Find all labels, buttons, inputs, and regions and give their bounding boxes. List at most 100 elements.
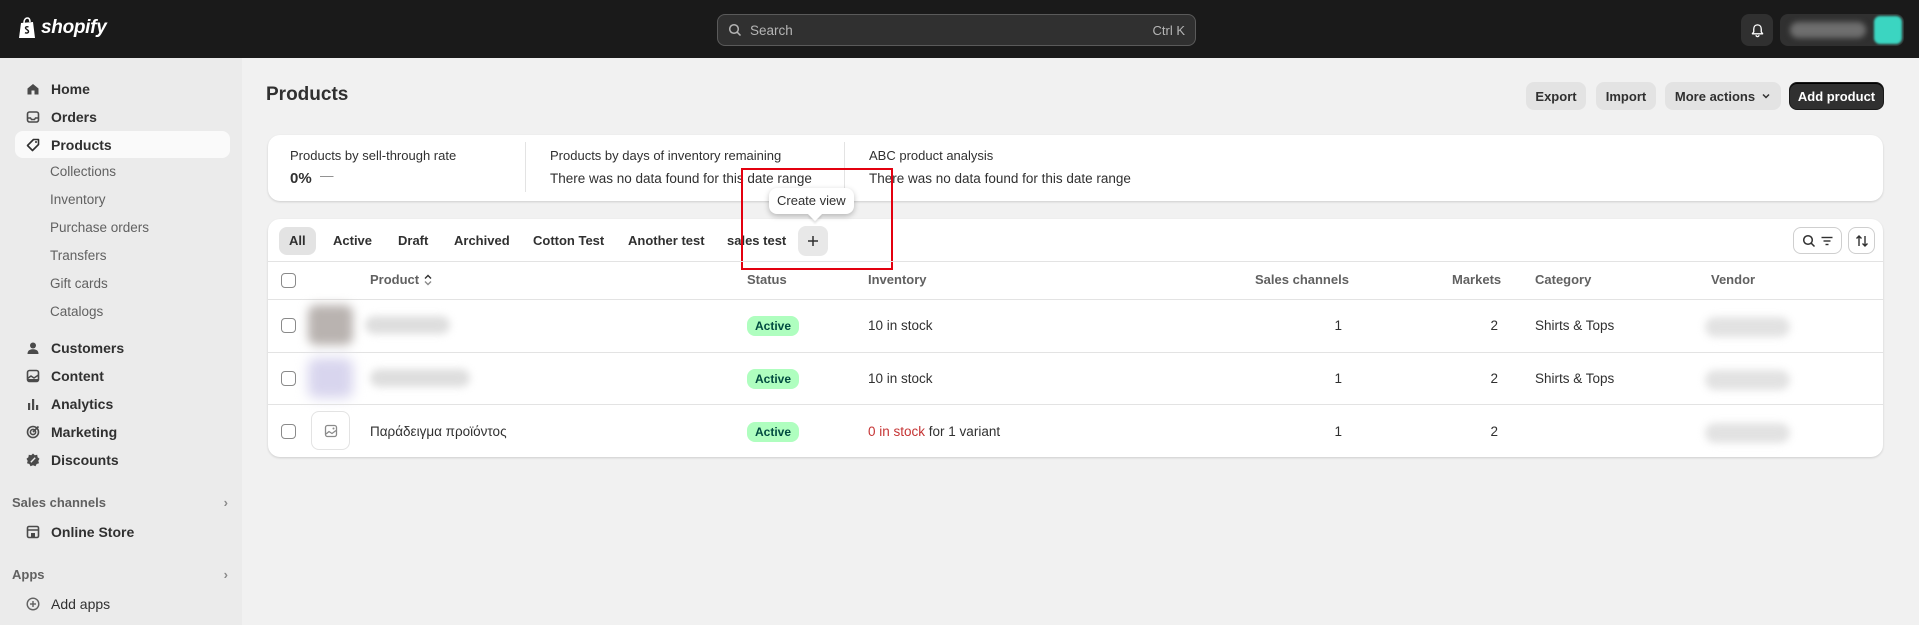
home-icon (25, 81, 41, 97)
search-icon (1802, 234, 1815, 247)
search-input[interactable]: Search Ctrl K (717, 14, 1196, 46)
sidebar-subitem-collections[interactable]: Collections (50, 161, 116, 183)
search-shortcut: Ctrl K (1152, 22, 1186, 38)
sidebar-item-online-store[interactable]: Online Store (15, 518, 230, 545)
product-name-link[interactable]: Παράδειγμα προϊόντος (370, 424, 507, 439)
sidebar-item-label: Orders (51, 108, 97, 125)
product-thumbnail-placeholder (311, 411, 350, 450)
category-value: Shirts & Tops (1535, 318, 1615, 333)
markets-value: 2 (1490, 424, 1498, 439)
tag-icon (25, 137, 41, 153)
sidebar-subitem-catalogs[interactable]: Catalogs (50, 301, 103, 323)
sort-arrows-icon (424, 274, 432, 285)
row-checkbox[interactable] (281, 371, 296, 386)
chevron-down-icon (1762, 93, 1770, 99)
logo-text: shopify (41, 17, 107, 38)
inventory-value: 0 in stock for 1 variant (868, 424, 1000, 439)
sidebar-item-home[interactable]: Home (15, 75, 230, 102)
row-checkbox[interactable] (281, 318, 296, 333)
chevron-right-icon: › (223, 495, 228, 510)
category-value: Shirts & Tops (1535, 371, 1615, 386)
search-filter-button[interactable] (1793, 227, 1842, 254)
column-header-markets[interactable]: Markets (1452, 272, 1501, 287)
inventory-suffix: for 1 variant (928, 424, 1001, 439)
tab-all[interactable]: All (279, 227, 316, 255)
sidebar-item-orders[interactable]: Orders (15, 103, 230, 130)
column-header-product[interactable]: Product (370, 272, 433, 287)
tab-cotton-test[interactable]: Cotton Test (523, 227, 614, 255)
sidebar-item-analytics[interactable]: Analytics (15, 390, 230, 417)
vendor-redacted (1705, 423, 1790, 443)
row-checkbox[interactable] (281, 424, 296, 439)
column-header-vendor[interactable]: Vendor (1711, 272, 1755, 287)
import-button[interactable]: Import (1596, 82, 1656, 110)
sidebar-subitem-purchase-orders[interactable]: Purchase orders (50, 217, 149, 239)
chevron-right-icon: › (223, 567, 228, 582)
sales-channels-heading: Sales channels (12, 495, 106, 510)
sidebar-item-label: Discounts (51, 451, 119, 468)
shopify-logo[interactable]: shopify (18, 17, 107, 39)
top-bar: shopify Search Ctrl K (0, 0, 1919, 58)
sidebar-item-label: Add apps (51, 595, 111, 612)
more-actions-label: More actions (1674, 88, 1756, 104)
column-header-label: Product (370, 272, 420, 287)
inventory-value: 10 in stock (868, 371, 933, 386)
column-header-category[interactable]: Category (1535, 272, 1591, 287)
sidebar-subitem-gift-cards[interactable]: Gift cards (50, 273, 108, 295)
select-all-checkbox[interactable] (281, 273, 296, 288)
sidebar-item-products[interactable]: Products (15, 131, 230, 158)
metric-abc-label[interactable]: ABC product analysis (869, 148, 993, 163)
apps-section[interactable]: Apps › (12, 567, 228, 582)
avatar (1874, 16, 1902, 44)
more-actions-button[interactable]: More actions (1665, 82, 1781, 110)
metric-divider (525, 142, 526, 192)
sales-channels-value: 1 (1334, 424, 1342, 439)
image-placeholder-icon (324, 424, 337, 437)
export-button[interactable]: Export (1526, 82, 1586, 110)
markets-value: 2 (1490, 371, 1498, 386)
tab-another-test[interactable]: Another test (618, 227, 715, 255)
plus-circle-icon (25, 596, 41, 612)
inventory-count: 10 in stock (868, 371, 933, 386)
product-name-redacted[interactable] (365, 316, 450, 334)
account-menu[interactable] (1780, 14, 1904, 46)
sidebar-item-customers[interactable]: Customers (15, 334, 230, 361)
sort-button[interactable] (1848, 227, 1875, 254)
tab-archived[interactable]: Archived (444, 227, 520, 255)
product-name-redacted[interactable] (370, 369, 470, 387)
sidebar-item-label: Marketing (51, 423, 118, 440)
sidebar-subitem-transfers[interactable]: Transfers (50, 245, 107, 267)
column-header-sales-channels[interactable]: Sales channels (1255, 272, 1349, 287)
sidebar-item-content[interactable]: Content (15, 362, 230, 389)
table-divider (268, 352, 1883, 353)
search-placeholder: Search (750, 22, 793, 38)
inventory-count: 10 in stock (868, 318, 933, 333)
sidebar-item-label: Analytics (51, 395, 114, 412)
bell-icon (1751, 23, 1763, 37)
highlight-box (741, 168, 893, 270)
sales-channels-value: 1 (1334, 318, 1342, 333)
person-icon (25, 340, 41, 356)
add-product-button[interactable]: Add product (1789, 82, 1884, 110)
metric-days-inventory-label[interactable]: Products by days of inventory remaining (550, 148, 781, 163)
column-header-status[interactable]: Status (747, 272, 787, 287)
analytics-card (268, 135, 1883, 201)
image-icon (25, 368, 41, 384)
store-name-redacted (1790, 22, 1866, 38)
sidebar-item-add-apps[interactable]: Add apps (15, 590, 230, 617)
column-header-inventory[interactable]: Inventory (868, 272, 927, 287)
metric-sell-through-value: 0% (290, 170, 312, 187)
sales-channels-section[interactable]: Sales channels › (12, 495, 228, 510)
vendor-redacted (1705, 370, 1790, 390)
discount-icon (25, 452, 41, 468)
shopify-bag-icon (19, 17, 35, 38)
tab-draft[interactable]: Draft (388, 227, 438, 255)
sidebar-subitem-inventory[interactable]: Inventory (50, 189, 106, 211)
metric-sell-through-label[interactable]: Products by sell-through rate (290, 148, 456, 163)
sidebar-item-marketing[interactable]: Marketing (15, 418, 230, 445)
sidebar-item-discounts[interactable]: Discounts (15, 446, 230, 473)
sidebar-item-label: Products (51, 136, 112, 153)
status-badge: Active (747, 369, 800, 389)
tab-active[interactable]: Active (323, 227, 382, 255)
notifications-button[interactable] (1741, 14, 1773, 46)
